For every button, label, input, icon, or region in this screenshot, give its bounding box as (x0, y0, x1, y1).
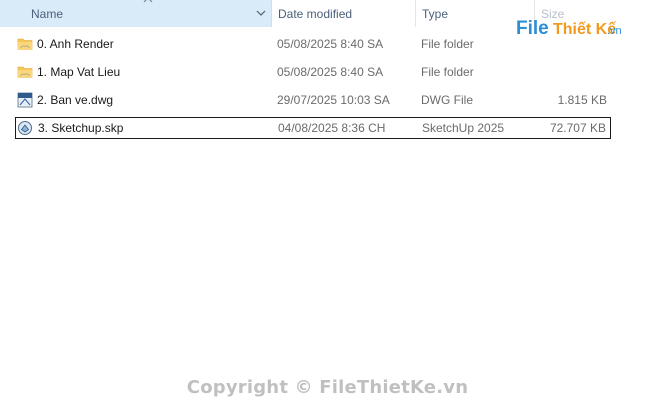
file-row[interactable]: 2. Ban ve.dwg 29/07/2025 10:03 SA DWG Fi… (15, 89, 611, 111)
column-header-date-label: Date modified (278, 7, 353, 21)
dwg-file-icon (17, 92, 33, 108)
chevron-down-icon[interactable] (256, 8, 266, 18)
file-type: SketchUp 2025 (422, 121, 505, 135)
file-row-selected[interactable]: 3. Sketchup.skp 04/08/2025 8:36 CH Sketc… (15, 117, 611, 139)
column-header-name-label: Name (31, 7, 64, 21)
file-size: 1.815 KB (557, 93, 607, 107)
sketchup-file-icon (18, 121, 32, 135)
file-type: File folder (421, 37, 474, 51)
file-name: 2. Ban ve.dwg (37, 93, 114, 107)
file-name: 1. Map Vat Lieu (37, 65, 121, 79)
file-row[interactable]: 0. Anh Render 05/08/2025 8:40 SA File fo… (15, 33, 611, 55)
file-name: 3. Sketchup.skp (38, 121, 124, 135)
column-header-name[interactable]: Name (0, 0, 272, 27)
file-date: 04/08/2025 8:36 CH (278, 121, 386, 135)
file-size: 72.707 KB (549, 121, 606, 135)
file-date: 29/07/2025 10:03 SA (277, 93, 390, 107)
folder-icon (17, 38, 33, 50)
folder-icon (17, 66, 33, 78)
sort-ascending-icon (143, 0, 153, 3)
column-header-type-label: Type (422, 7, 449, 21)
file-name: 0. Anh Render (37, 37, 114, 51)
file-row[interactable]: 1. Map Vat Lieu 05/08/2025 8:40 SA File … (15, 61, 611, 83)
file-date: 05/08/2025 8:40 SA (277, 37, 384, 51)
column-header-date-modified[interactable]: Date modified (272, 0, 416, 27)
file-type: DWG File (421, 93, 473, 107)
file-date: 05/08/2025 8:40 SA (277, 65, 384, 79)
file-type: File folder (421, 65, 474, 79)
copyright-watermark: Copyright © FileThietKe.vn (186, 377, 469, 398)
